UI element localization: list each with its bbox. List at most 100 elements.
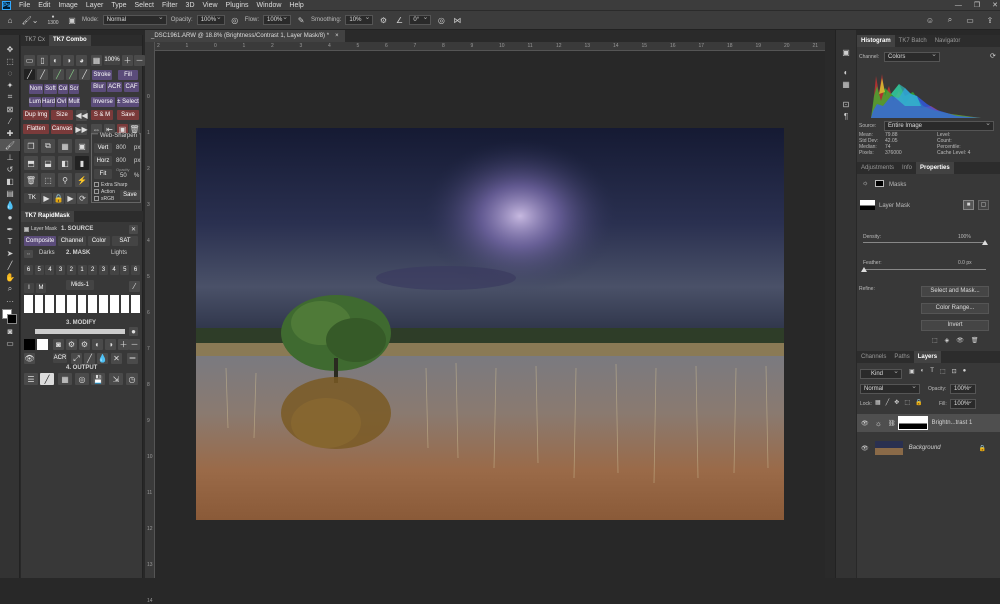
mask-gray-icon[interactable]: ◧: [58, 156, 72, 170]
new-doc-icon[interactable]: ▯: [37, 55, 48, 66]
lum-button[interactable]: Lum: [29, 97, 41, 107]
tab-navigator[interactable]: Navigator: [931, 35, 965, 47]
source-select[interactable]: Entire Image: [884, 120, 994, 131]
frame-icon[interactable]: ⬚: [41, 173, 55, 187]
slider-key[interactable]: [99, 295, 108, 313]
rewind-icon[interactable]: ◀◀: [75, 110, 88, 121]
search-icon[interactable]: ⌕: [944, 14, 956, 26]
background-color[interactable]: [7, 314, 17, 324]
layers-down-icon[interactable]: ⬓: [41, 156, 55, 170]
mask-visibility-icon[interactable]: 👁: [956, 337, 964, 344]
tab-info[interactable]: Info: [898, 162, 916, 174]
slider-key[interactable]: [24, 295, 33, 313]
play-icon[interactable]: ▶: [41, 193, 52, 204]
play-2-icon[interactable]: ▶: [65, 193, 76, 204]
menu-image[interactable]: Image: [54, 2, 81, 9]
col-button[interactable]: Col: [58, 84, 68, 94]
modify-brush-icon[interactable]: ╱: [84, 353, 95, 364]
bolt-icon[interactable]: ⚡: [75, 173, 89, 187]
crop-tool-icon[interactable]: ⌗: [0, 91, 20, 103]
layer-visibility-icon[interactable]: 👁: [861, 420, 869, 427]
color-range-button[interactable]: Color Range...: [921, 303, 989, 314]
density-value[interactable]: 100%: [958, 234, 971, 240]
mask-level-button[interactable]: 3: [56, 265, 66, 275]
mask-level-button[interactable]: 2: [66, 265, 76, 275]
lasso-tool-icon[interactable]: ◌: [0, 67, 20, 79]
tab-tk7-combo[interactable]: TK7 Combo: [49, 35, 91, 46]
tab-channels[interactable]: Channels: [857, 351, 890, 363]
vert-button[interactable]: Vert: [94, 143, 112, 153]
plus-minus-select-button[interactable]: ± Select: [117, 97, 139, 107]
canvas-scrollbar[interactable]: [825, 30, 835, 578]
horz-value[interactable]: 800: [116, 156, 126, 166]
m-button[interactable]: M: [36, 283, 46, 293]
apply-mask-icon[interactable]: ◈: [945, 337, 950, 344]
zoom-100-button[interactable]: 100%: [104, 55, 120, 65]
eyedropper-icon[interactable]: ⁄: [129, 281, 140, 292]
slider-key[interactable]: [77, 295, 87, 313]
mask-level-button[interactable]: 6: [24, 265, 33, 275]
layer-filter-kind[interactable]: Kind: [860, 368, 902, 379]
filter-pixel-icon[interactable]: ▣: [909, 368, 915, 375]
menu-window[interactable]: Window: [253, 2, 286, 9]
pin-icon[interactable]: ⚲: [58, 173, 72, 187]
menu-filter[interactable]: Filter: [158, 2, 182, 9]
marquee-tool-icon[interactable]: ⬚: [0, 55, 20, 67]
plus-icon[interactable]: ＋: [122, 55, 133, 66]
refresh-histogram-icon[interactable]: ⟳: [990, 52, 996, 60]
density-thumb[interactable]: [982, 240, 988, 245]
layer-opacity-input[interactable]: 100%: [950, 383, 976, 394]
line-tool-icon[interactable]: ╱: [0, 259, 20, 271]
slider-key[interactable]: [88, 295, 98, 313]
tab-paths[interactable]: Paths: [890, 351, 913, 363]
output-icon-7[interactable]: ◷: [126, 373, 138, 385]
green-brush-icon[interactable]: ╱: [53, 69, 64, 80]
soft-button[interactable]: Soft: [44, 84, 57, 94]
gray-brush-icon[interactable]: ╱: [79, 69, 90, 80]
channel-select[interactable]: Colors: [884, 51, 940, 62]
modify-slider[interactable]: [35, 329, 125, 334]
filter-smart-icon[interactable]: ⊡: [952, 368, 957, 375]
output-icon-4[interactable]: ◎: [75, 373, 89, 385]
quick-select-tool-icon[interactable]: ✦: [0, 79, 20, 91]
blend-mode-select[interactable]: Normal: [860, 383, 920, 394]
menu-select[interactable]: Select: [131, 2, 158, 9]
history-brush-icon[interactable]: ↺: [0, 163, 20, 175]
mask-level-button[interactable]: 3: [98, 265, 108, 275]
image-icon[interactable]: ▣: [75, 139, 89, 153]
screen-mode-icon[interactable]: ▭: [0, 337, 20, 349]
layer-row[interactable]: 👁 ☼ ⛓ Brightn...trast 1: [857, 414, 1000, 432]
channel-button[interactable]: Channel: [58, 236, 86, 246]
zoom-tool-icon[interactable]: ⌕: [0, 283, 20, 295]
size-button[interactable]: Size: [51, 110, 73, 120]
document-close-icon[interactable]: ×: [335, 30, 339, 42]
modify-icon-3[interactable]: ⚙: [79, 339, 90, 350]
half-circle-icon[interactable]: ◑: [63, 55, 74, 66]
menu-edit[interactable]: Edit: [34, 2, 54, 9]
srgb-checkbox[interactable]: sRGB: [94, 196, 114, 202]
minimize-icon[interactable]: —: [955, 2, 962, 9]
menu-layer[interactable]: Layer: [82, 2, 108, 9]
libraries-panel-icon[interactable]: ⊡: [836, 98, 856, 110]
modify-icon-4[interactable]: ◐: [92, 339, 103, 350]
airbrush-icon[interactable]: ✎: [295, 14, 307, 26]
tab-layers[interactable]: Layers: [913, 351, 942, 363]
mask-level-button[interactable]: 2: [88, 265, 98, 275]
mask-level-button[interactable]: 4: [45, 265, 55, 275]
mask-level-button[interactable]: 5: [34, 265, 44, 275]
layers-up-icon[interactable]: ⬒: [24, 156, 38, 170]
hand-tool-icon[interactable]: ✋: [0, 271, 20, 283]
menu-plugins[interactable]: Plugins: [222, 2, 253, 9]
tab-histogram[interactable]: Histogram: [857, 35, 895, 47]
brush-preset-icon[interactable]: 🖌⌄: [20, 14, 40, 26]
circle-icon[interactable]: ◕: [76, 55, 87, 66]
stamp-tool-icon[interactable]: ⊥: [0, 151, 20, 163]
black-brush-icon[interactable]: ╱: [24, 69, 35, 80]
layer-fill-input[interactable]: 100%: [950, 398, 976, 409]
delete-mask-icon[interactable]: 🗑: [971, 337, 979, 344]
modify-minus-icon[interactable]: －: [129, 339, 140, 350]
vertical-ruler[interactable]: 0 1 2 3 4 5 6 7 8 9 10 11 12 13 14: [145, 42, 155, 604]
pixel-mask-icon[interactable]: ■: [963, 200, 974, 210]
modify-eye-icon[interactable]: 👁: [24, 353, 35, 364]
menu-view[interactable]: View: [199, 2, 222, 9]
